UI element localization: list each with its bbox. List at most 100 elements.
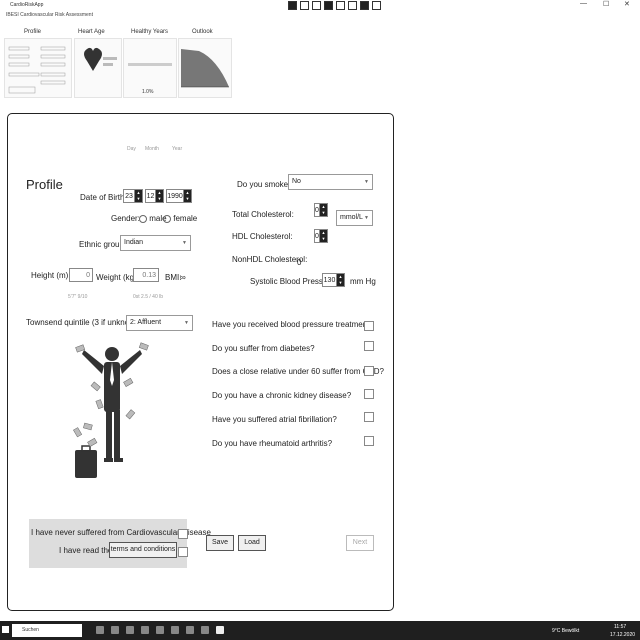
sbp-unit: mm Hg: [350, 277, 376, 286]
height-label: Height (m):: [31, 271, 71, 280]
next-button[interactable]: Next: [346, 535, 374, 551]
healthy-years-bar: [128, 63, 172, 66]
male-radio[interactable]: [139, 214, 147, 223]
dob-month-stepper[interactable]: 12 ▲ ▼: [145, 189, 164, 203]
ethnic-label: Ethnic group: [79, 240, 124, 249]
taskbar-active-app-icon[interactable]: [216, 626, 224, 634]
stepper-arrows[interactable]: ▲ ▼: [336, 274, 344, 286]
down-arrow-icon[interactable]: ▼: [156, 196, 163, 202]
healthy-years-value: 1.0%: [142, 89, 154, 95]
diabetes-checkbox[interactable]: [364, 341, 374, 351]
height-input[interactable]: 0: [69, 268, 93, 282]
bp-treatment-checkbox[interactable]: [364, 321, 374, 331]
chevron-down-icon: ▼: [182, 240, 187, 246]
toolbar-icon[interactable]: [300, 1, 309, 10]
hdl-label: HDL Cholesterol:: [232, 232, 293, 241]
toolbar-icon[interactable]: [372, 1, 381, 10]
female-radio[interactable]: [163, 214, 171, 223]
stepper-arrows[interactable]: ▲ ▼: [134, 190, 142, 202]
tab-profile[interactable]: Profile: [24, 29, 41, 35]
taskbar-app-icon[interactable]: [156, 626, 164, 634]
chevron-down-icon: ▼: [364, 215, 369, 221]
taskbar-app-icon[interactable]: [111, 626, 119, 634]
dob-month-value: 12: [146, 192, 155, 200]
dob-day-value: 23: [125, 192, 133, 200]
townsend-select[interactable]: 2: Affluent ▼: [126, 315, 193, 331]
units-select[interactable]: mmol/L ▼: [336, 210, 373, 226]
smoke-value: No: [292, 178, 301, 185]
taskbar-app-icon[interactable]: [171, 626, 179, 634]
minimize-button[interactable]: —: [580, 0, 587, 7]
toolbar-icons: [288, 1, 381, 10]
toolbar-icon[interactable]: [360, 1, 369, 10]
toolbar-icon[interactable]: [288, 1, 297, 10]
close-button[interactable]: ✕: [624, 0, 630, 8]
heart-age-thumbnail[interactable]: [74, 38, 122, 98]
taskbar-app-icon[interactable]: [186, 626, 194, 634]
taskbar-search-input[interactable]: Suchen: [12, 624, 82, 637]
profile-thumbnail-sketch: [8, 46, 66, 94]
sbp-stepper[interactable]: 130 ▲ ▼: [322, 273, 345, 287]
bmi-value: ∞: [180, 273, 186, 282]
terms-button[interactable]: terms and conditions: [109, 542, 177, 558]
townsend-value: 2: Affluent: [130, 319, 162, 326]
down-arrow-icon[interactable]: ▼: [135, 196, 142, 202]
stepper-arrows[interactable]: ▲ ▼: [319, 230, 327, 242]
heart-icon: [84, 47, 117, 71]
taskbar-app-icon[interactable]: [201, 626, 209, 634]
weight-input[interactable]: 0.13: [133, 268, 159, 282]
ethnic-select[interactable]: Indian ▼: [120, 235, 191, 251]
save-button[interactable]: Save: [206, 535, 234, 551]
dob-year-value: 1990: [167, 192, 183, 200]
toolbar-icon[interactable]: [312, 1, 321, 10]
stepper-arrows[interactable]: ▲ ▼: [319, 204, 327, 216]
hdl-stepper[interactable]: 0 ▲ ▼: [314, 229, 328, 243]
page-title: Profile: [26, 177, 63, 192]
down-arrow-icon[interactable]: ▼: [184, 196, 191, 202]
load-button[interactable]: Load: [238, 535, 266, 551]
stepper-arrows[interactable]: ▲ ▼: [183, 190, 191, 202]
rheumatoid-arthritis-checkbox[interactable]: [364, 436, 374, 446]
read-terms-checkbox[interactable]: [178, 547, 188, 557]
taskbar-app-icon[interactable]: [96, 626, 104, 634]
down-arrow-icon[interactable]: ▼: [320, 236, 327, 242]
month-header: Month: [145, 146, 159, 152]
atrial-fibrillation-checkbox[interactable]: [364, 412, 374, 422]
tab-healthy-years[interactable]: Healthy Years: [131, 29, 168, 35]
weather-status: 9°C Bewölkt: [552, 628, 580, 634]
outlook-thumbnail[interactable]: [178, 38, 232, 98]
question-diabetes: Do you suffer from diabetes?: [212, 344, 315, 353]
toolbar-icon[interactable]: [348, 1, 357, 10]
stepper-arrows[interactable]: ▲ ▼: [155, 190, 163, 202]
total-chol-stepper[interactable]: 0 ▲ ▼: [314, 203, 328, 217]
clock-time: 11:57: [614, 624, 627, 630]
maximize-button[interactable]: ☐: [603, 0, 609, 8]
profile-thumbnail[interactable]: [4, 38, 72, 98]
gender-female-option[interactable]: female: [163, 214, 197, 223]
units-value: mmol/L: [340, 214, 363, 221]
toolbar-icon[interactable]: [324, 1, 333, 10]
ethnic-value: Indian: [124, 239, 144, 246]
windows-start-icon[interactable]: [2, 626, 9, 633]
chevron-down-icon: ▼: [184, 320, 189, 326]
tab-outlook[interactable]: Outlook: [192, 29, 213, 35]
taskbar-app-icon[interactable]: [126, 626, 134, 634]
never-cvd-checkbox[interactable]: [178, 529, 188, 539]
down-arrow-icon[interactable]: ▼: [320, 210, 327, 216]
clock-date: 17.12.2020: [610, 632, 636, 638]
read-terms-label: I have read the: [59, 546, 113, 555]
kidney-checkbox[interactable]: [364, 389, 374, 399]
chevron-down-icon: ▼: [364, 179, 369, 185]
tab-heart-age[interactable]: Heart Age: [78, 29, 105, 35]
dob-day-stepper[interactable]: 23 ▲ ▼: [123, 189, 143, 203]
smoke-label: Do you smoke?: [237, 180, 293, 189]
taskbar-app-icon[interactable]: [141, 626, 149, 634]
question-relative-cvd: Does a close relative under 60 suffer fr…: [212, 367, 384, 376]
down-arrow-icon[interactable]: ▼: [337, 280, 344, 286]
relative-cvd-checkbox[interactable]: [364, 366, 374, 376]
dob-year-stepper[interactable]: 1990 ▲ ▼: [166, 189, 192, 203]
healthy-years-thumbnail[interactable]: 1.0%: [123, 38, 177, 98]
smoke-select[interactable]: No ▼: [288, 174, 373, 190]
toolbar-icon[interactable]: [336, 1, 345, 10]
height-hint: 5'7" 9/10: [68, 294, 88, 300]
